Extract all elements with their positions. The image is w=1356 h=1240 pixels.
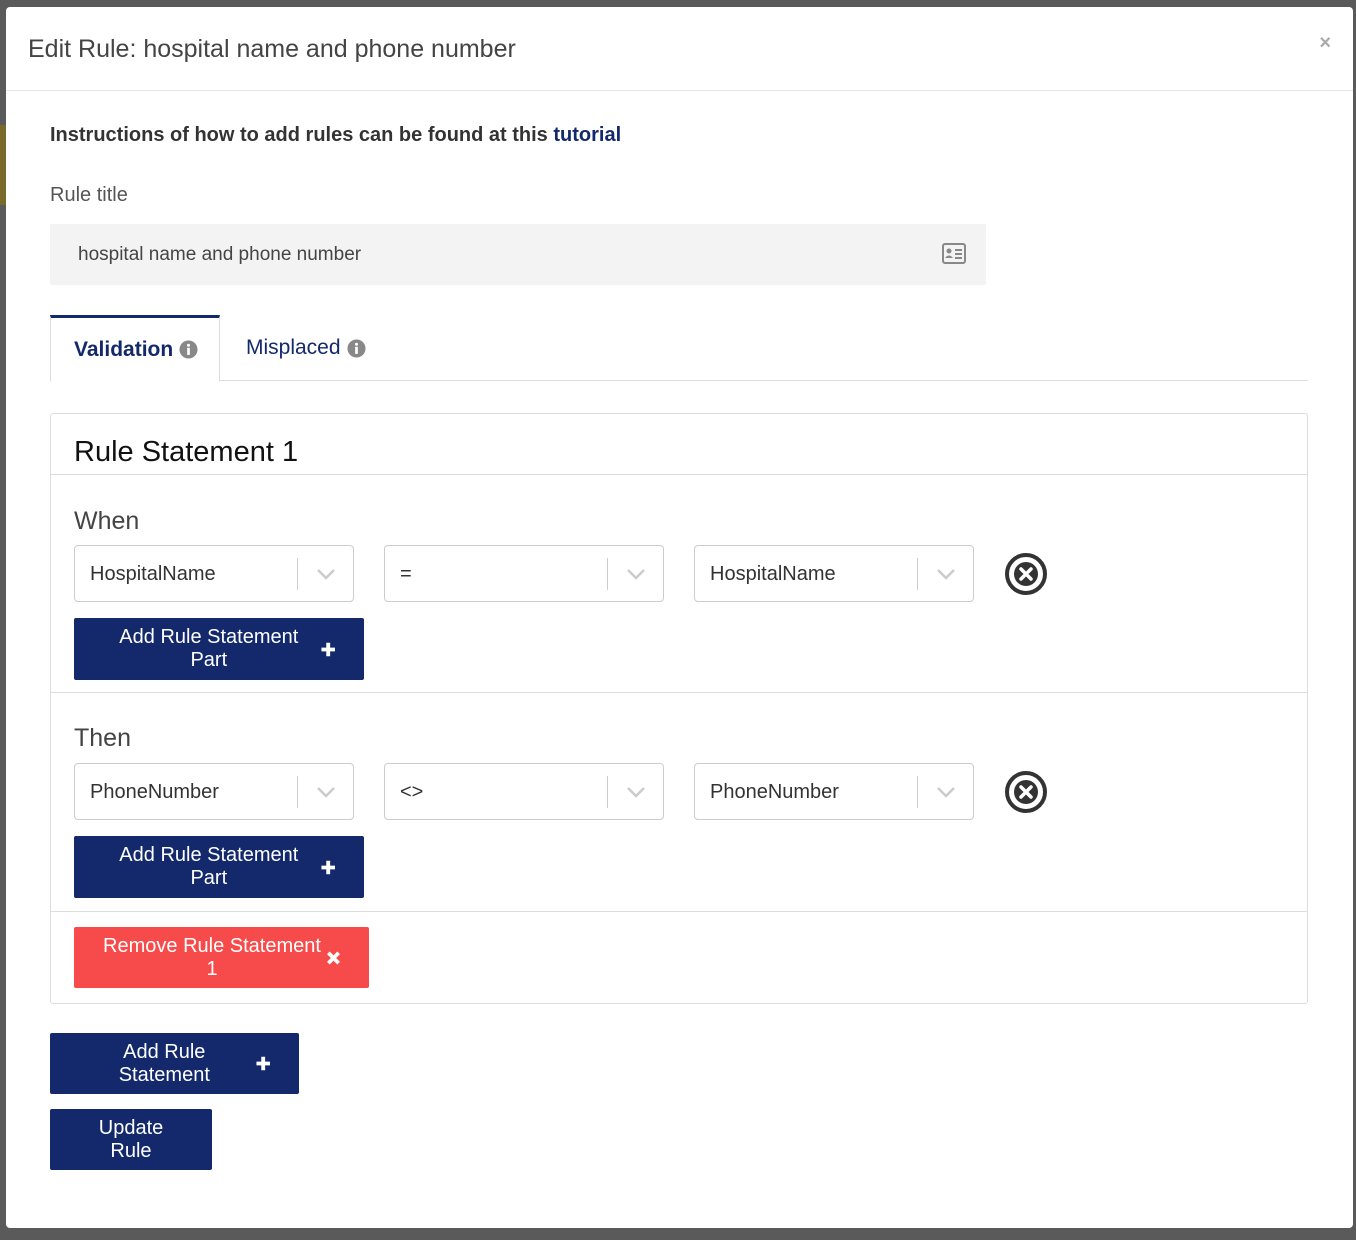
remove-statement-row: Remove Rule Statement 1 xyxy=(51,912,1307,1003)
select-separator xyxy=(917,558,918,590)
chevron-down-icon xyxy=(317,569,335,580)
modal-title: Edit Rule: hospital name and phone numbe… xyxy=(28,35,516,63)
close-icon xyxy=(327,951,340,964)
add-part-label: Add Rule Statement Part xyxy=(119,844,299,889)
select-separator xyxy=(297,776,298,808)
then-section: Then PhoneNumber <> PhoneNumber Add Rule… xyxy=(51,693,1307,912)
rule-statement-panel: Rule Statement 1 When HospitalName = Hos… xyxy=(50,413,1308,1004)
rule-tabs: Validation Misplaced xyxy=(50,315,1308,382)
chevron-down-icon xyxy=(937,787,955,798)
chevron-down-icon xyxy=(937,569,955,580)
modal-header: Edit Rule: hospital name and phone numbe… xyxy=(6,7,1353,91)
edit-rule-modal: Edit Rule: hospital name and phone numbe… xyxy=(6,7,1353,1228)
when-section: When HospitalName = HospitalName Add Rul… xyxy=(51,475,1307,693)
then-field-select[interactable]: PhoneNumber xyxy=(74,763,354,820)
info-circle-icon xyxy=(347,338,366,358)
add-when-part-button[interactable]: Add Rule Statement Part xyxy=(74,618,364,680)
instructions-text: Instructions of how to add rules can be … xyxy=(50,124,1308,154)
chevron-down-icon xyxy=(627,569,645,580)
plus-icon xyxy=(256,1056,270,1071)
tab-validation-label: Validation xyxy=(74,337,174,361)
remove-statement-label: Remove Rule Statement 1 xyxy=(103,934,321,980)
info-circle-icon xyxy=(179,340,198,359)
remove-condition-icon[interactable] xyxy=(1004,770,1048,814)
when-field-select[interactable]: HospitalName xyxy=(74,545,354,602)
when-field-value: HospitalName xyxy=(90,563,216,585)
rule-title-input[interactable] xyxy=(50,224,986,285)
rule-title-label: Rule title xyxy=(50,184,128,206)
chevron-down-icon xyxy=(317,787,335,798)
when-value-select[interactable]: HospitalName xyxy=(694,545,974,602)
select-separator xyxy=(607,776,608,808)
select-separator xyxy=(607,558,608,590)
when-condition-row: HospitalName = HospitalName xyxy=(74,545,1307,602)
when-value-value: HospitalName xyxy=(710,563,836,585)
select-separator xyxy=(297,558,298,590)
rule-statement-title: Rule Statement 1 xyxy=(51,414,1307,475)
then-operator-value: <> xyxy=(400,781,424,803)
update-rule-button[interactable]: Update Rule xyxy=(50,1109,212,1170)
modal-body: Instructions of how to add rules can be … xyxy=(50,91,1308,1170)
add-rule-statement-button[interactable]: Add Rule Statement xyxy=(50,1033,299,1094)
then-condition-row: PhoneNumber <> PhoneNumber xyxy=(74,763,1307,820)
plus-icon xyxy=(321,860,335,874)
chevron-down-icon xyxy=(627,787,645,798)
add-part-label: Add Rule Statement Part xyxy=(119,626,299,671)
when-operator-value: = xyxy=(400,563,412,585)
then-value-value: PhoneNumber xyxy=(710,781,839,803)
tab-misplaced[interactable]: Misplaced xyxy=(246,315,366,381)
when-label: When xyxy=(74,507,140,535)
rule-title-field xyxy=(50,224,986,285)
tutorial-link[interactable]: tutorial xyxy=(553,124,621,146)
then-operator-select[interactable]: <> xyxy=(384,763,664,820)
then-label: Then xyxy=(74,724,131,752)
when-operator-select[interactable]: = xyxy=(384,545,664,602)
add-statement-label: Add Rule Statement xyxy=(118,1040,210,1086)
plus-icon xyxy=(321,642,335,656)
update-rule-label: Update Rule xyxy=(98,1116,164,1162)
tab-misplaced-label: Misplaced xyxy=(246,336,341,359)
then-value-select[interactable]: PhoneNumber xyxy=(694,763,974,820)
remove-rule-statement-button[interactable]: Remove Rule Statement 1 xyxy=(74,927,369,988)
select-separator xyxy=(917,776,918,808)
close-button[interactable]: × xyxy=(1319,33,1331,53)
instructions-label: Instructions of how to add rules can be … xyxy=(50,124,554,146)
remove-condition-icon[interactable] xyxy=(1004,552,1048,596)
id-card-icon xyxy=(942,243,966,264)
tab-validation[interactable]: Validation xyxy=(50,315,220,382)
add-then-part-button[interactable]: Add Rule Statement Part xyxy=(74,836,364,898)
then-field-value: PhoneNumber xyxy=(90,781,219,803)
